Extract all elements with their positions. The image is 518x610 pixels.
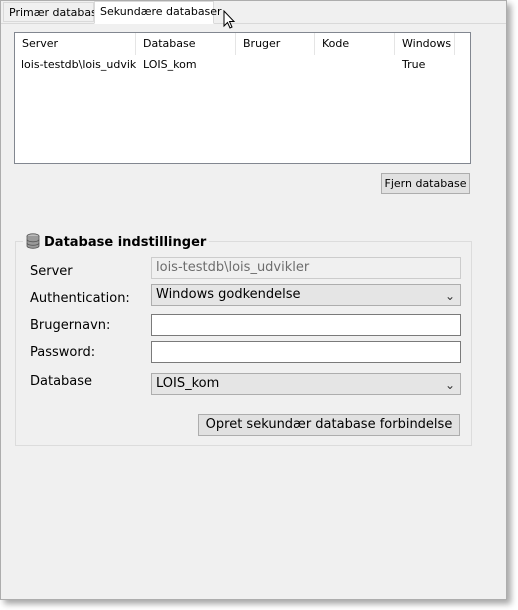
cell-user [236,55,315,75]
server-label: Server [30,264,73,279]
column-header-server[interactable]: Server [15,33,136,55]
database-select[interactable]: LOIS_kom ⌄ [151,373,461,395]
mouse-pointer-icon [223,10,236,29]
server-field: lois-testdb\lois_udvikler [151,257,461,279]
username-label: Brugernavn: [30,318,111,333]
chevron-down-icon: ⌄ [444,378,455,392]
cell-database: LOIS_kom [143,58,197,71]
tab-secondary-databases[interactable]: Sekundære databaser [94,1,222,24]
username-field[interactable] [151,314,461,336]
secondary-database-list[interactable]: Server Database Bruger Kode Windows lois… [14,32,471,164]
password-field[interactable] [151,341,461,363]
settings-group-title: Database indstillinger [23,233,210,251]
password-label: Password: [30,345,96,360]
create-secondary-connection-button[interactable]: Opret sekundær database forbindelse [198,414,460,436]
cell-windows: True [402,58,426,71]
database-value: LOIS_kom [156,376,220,391]
cell-server: lois-testdb\lois_udvikler [21,58,136,71]
column-header-user[interactable]: Bruger [236,33,315,55]
remove-database-button[interactable]: Fjern database [381,173,470,194]
column-header-windows[interactable]: Windows [395,33,455,55]
column-header-database[interactable]: Database [136,33,236,55]
database-icon [26,233,40,249]
authentication-label: Authentication: [30,291,130,306]
database-label: Database [30,374,93,389]
authentication-select[interactable]: Windows godkendelse ⌄ [151,284,461,306]
tab-primary-database[interactable]: Primær database [3,2,104,22]
authentication-value: Windows godkendelse [156,287,301,302]
chevron-down-icon: ⌄ [444,289,455,303]
cell-password [315,55,395,75]
column-header-password[interactable]: Kode [315,33,395,55]
tab-bar: Primær database Sekundære databaser [1,1,506,24]
window-panel: Primær database Sekundære databaser Serv… [0,0,507,600]
settings-title-text: Database indstillinger [44,235,207,250]
